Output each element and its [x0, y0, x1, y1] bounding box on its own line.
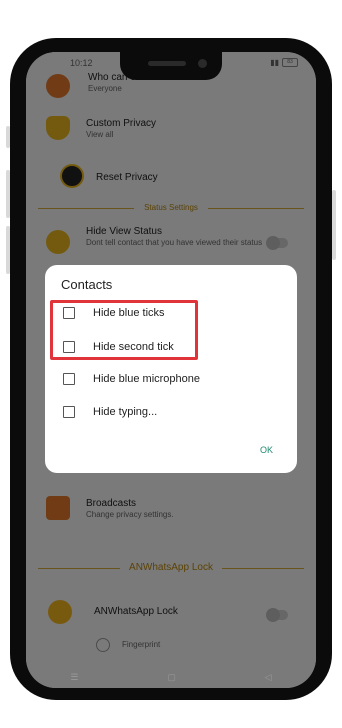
signal-icon: ▮▮ [270, 58, 279, 67]
volume-up-button [6, 170, 10, 218]
navigation-bar: ☰ ▢ ◁ [26, 666, 316, 688]
notch [120, 52, 222, 80]
option-hide-typing[interactable]: Hide typing... [63, 402, 157, 422]
checkbox-icon[interactable] [63, 373, 75, 385]
volume-down-button [6, 226, 10, 274]
back-nav-icon[interactable]: ◁ [265, 672, 272, 683]
speaker [148, 61, 186, 66]
battery-icon: 83 [282, 58, 298, 67]
red-highlight-box [50, 300, 198, 360]
home-nav-icon[interactable]: ▢ [167, 672, 176, 683]
side-button-right [332, 190, 336, 260]
option-hide-blue-microphone[interactable]: Hide blue microphone [63, 369, 200, 389]
option-label: Hide blue microphone [93, 373, 201, 385]
ok-button[interactable]: OK [260, 445, 273, 455]
menu-nav-icon[interactable]: ☰ [70, 672, 78, 683]
checkbox-icon[interactable] [63, 406, 75, 418]
status-icons: ▮▮ 83 [270, 58, 298, 67]
contacts-dialog: Contacts Hide blue ticks Hide second tic… [45, 265, 297, 473]
option-label: Hide typing... [93, 406, 158, 418]
front-camera [198, 59, 207, 68]
status-time: 10:12 [70, 58, 93, 68]
power-button [6, 126, 10, 148]
dialog-title: Contacts [61, 277, 113, 292]
